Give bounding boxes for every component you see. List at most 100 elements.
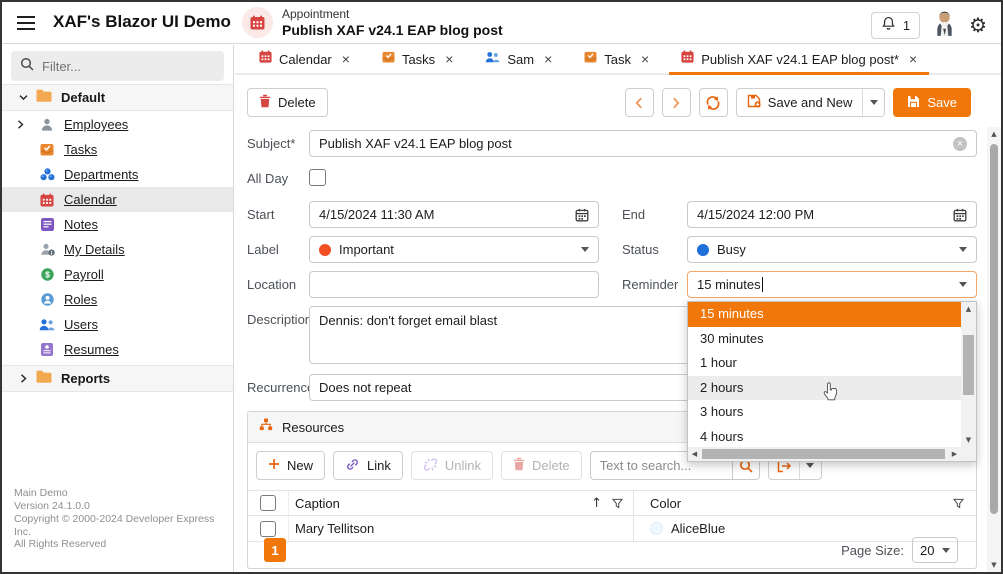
close-icon[interactable]: × (641, 52, 649, 66)
page-1-button[interactable]: 1 (264, 538, 286, 562)
header-actions: 1 ⚙ (871, 9, 987, 41)
scroll-right-arrow[interactable]: ▶ (948, 447, 961, 461)
close-icon[interactable]: × (342, 52, 350, 66)
tab-label: Publish XAF v24.1 EAP blog post* (701, 52, 899, 67)
sidebar-item-roles[interactable]: Roles (2, 287, 233, 312)
reminder-select[interactable]: 15 minutes (687, 271, 977, 298)
filter-icon[interactable] (953, 498, 964, 509)
chevron-down-icon[interactable] (959, 247, 967, 252)
sidebar-group-default[interactable]: Default (2, 84, 233, 111)
dropdown-option-4-hours[interactable]: 4 hours (688, 425, 961, 448)
start-date-input[interactable]: 4/15/2024 11:30 AM (309, 201, 599, 228)
scroll-down-arrow[interactable]: ▼ (987, 558, 1001, 572)
chevron-down-icon[interactable] (959, 282, 967, 287)
previous-record-button[interactable] (625, 88, 654, 117)
chevron-down-icon[interactable] (581, 247, 589, 252)
next-record-button[interactable] (662, 88, 691, 117)
location-label: Location (247, 277, 296, 292)
start-label: Start (247, 207, 274, 222)
scrollbar-thumb[interactable] (990, 144, 998, 514)
color-cell: AliceBlue (671, 521, 725, 536)
tab-task[interactable]: Task × (568, 45, 665, 73)
sidebar-item-tasks[interactable]: Tasks (2, 137, 233, 162)
sidebar-item-payroll[interactable]: $ Payroll (2, 262, 233, 287)
dropdown-option-1-hour[interactable]: 1 hour (688, 351, 961, 376)
sidebar-item-label: My Details (64, 242, 125, 257)
color-column-header[interactable]: Color (650, 496, 681, 511)
end-date-input[interactable]: 4/15/2024 12:00 PM (687, 201, 977, 228)
scroll-up-arrow[interactable]: ▲ (961, 302, 976, 316)
dropdown-vertical-scrollbar[interactable]: ▲ ▼ (961, 302, 976, 447)
sidebar-item-employees[interactable]: Employees (2, 112, 233, 137)
dropdown-horizontal-scrollbar[interactable]: ◀ ▶ (688, 447, 961, 461)
sidebar-item-resumes[interactable]: Resumes (2, 337, 233, 362)
avatar[interactable] (934, 9, 955, 41)
all-day-checkbox[interactable] (309, 169, 326, 186)
sidebar-group-label: Default (61, 90, 105, 105)
sidebar-filter[interactable] (11, 51, 224, 81)
scrollbar-thumb[interactable] (963, 335, 974, 395)
save-and-new-dropdown[interactable] (862, 89, 884, 116)
footer-line: Copyright © 2000-2024 Developer Express … (14, 513, 233, 538)
sidebar-group-reports[interactable]: Reports (2, 365, 233, 392)
save-button[interactable]: Save (893, 88, 971, 117)
detail-view: Delete Save and New Save (235, 77, 1001, 572)
dropdown-option-15-minutes[interactable]: 15 minutes (688, 302, 961, 327)
tasks-icon (38, 143, 56, 156)
sidebar-item-notes[interactable]: Notes (2, 212, 233, 237)
refresh-button[interactable] (699, 88, 728, 117)
tab-sam[interactable]: Sam × (469, 45, 568, 73)
dropdown-option-30-minutes[interactable]: 30 minutes (688, 327, 961, 352)
resources-title: Resources (282, 420, 344, 435)
sidebar-item-label: Payroll (64, 267, 104, 282)
unlink-button[interactable]: Unlink (411, 451, 493, 480)
scroll-down-arrow[interactable]: ▼ (961, 433, 976, 447)
date-picker-icon[interactable] (953, 208, 967, 222)
tab-tasks[interactable]: Tasks × (366, 45, 469, 73)
location-input[interactable] (309, 271, 599, 298)
close-icon[interactable]: × (445, 52, 453, 66)
delete-label: Delete (278, 95, 316, 110)
save-and-new-main[interactable]: Save and New (737, 89, 863, 116)
delete-resource-button[interactable]: Delete (501, 451, 582, 480)
status-label: Status (622, 242, 659, 257)
sidebar-footer: Main Demo Version 24.1.0.0 Copyright © 2… (14, 487, 233, 551)
status-select[interactable]: Busy (687, 236, 977, 263)
save-and-new-button[interactable]: Save and New (736, 88, 886, 117)
close-icon[interactable]: × (909, 52, 917, 66)
unlink-icon (423, 457, 438, 475)
gear-icon[interactable]: ⚙ (969, 15, 987, 35)
chevron-right-icon[interactable] (16, 119, 30, 130)
notifications-button[interactable]: 1 (871, 12, 920, 39)
new-button[interactable]: New (256, 451, 325, 480)
date-picker-icon[interactable] (575, 208, 589, 222)
page-size-select[interactable]: 20 (912, 537, 958, 563)
subject-input[interactable]: Publish XAF v24.1 EAP blog post × (309, 130, 977, 157)
sort-ascending-icon[interactable]: ↑ (591, 496, 602, 511)
dropdown-option-3-hours[interactable]: 3 hours (688, 400, 961, 425)
link-button[interactable]: Link (333, 451, 403, 480)
sidebar-item-departments[interactable]: Departments (2, 162, 233, 187)
scroll-up-arrow[interactable]: ▲ (987, 127, 1001, 141)
page-size-value: 20 (920, 543, 934, 558)
dropdown-option-2-hours[interactable]: 2 hours (688, 376, 961, 401)
sidebar-item-users[interactable]: Users (2, 312, 233, 337)
tab-publish-xaf-blog-post[interactable]: Publish XAF v24.1 EAP blog post* × (665, 45, 933, 73)
select-all-checkbox[interactable] (260, 495, 276, 511)
filter-input[interactable] (42, 59, 202, 74)
main-scrollbar[interactable]: ▲ ▼ (987, 127, 1001, 572)
caption-column-header[interactable]: Caption (295, 496, 340, 511)
sidebar-item-my-details[interactable]: My Details (2, 237, 233, 262)
sidebar-item-calendar[interactable]: Calendar (2, 187, 233, 212)
scroll-left-arrow[interactable]: ◀ (688, 447, 701, 461)
close-icon[interactable]: × (544, 52, 552, 66)
caption-cell: Mary Tellitson (295, 521, 374, 536)
tab-calendar[interactable]: Calendar × (243, 45, 366, 73)
scrollbar-thumb[interactable] (702, 449, 945, 459)
filter-icon[interactable] (612, 498, 623, 509)
label-select[interactable]: Important (309, 236, 599, 263)
clear-icon[interactable]: × (953, 137, 967, 151)
tasks-icon (382, 50, 395, 68)
hamburger-menu-icon[interactable] (15, 13, 37, 33)
delete-button[interactable]: Delete (247, 88, 328, 117)
